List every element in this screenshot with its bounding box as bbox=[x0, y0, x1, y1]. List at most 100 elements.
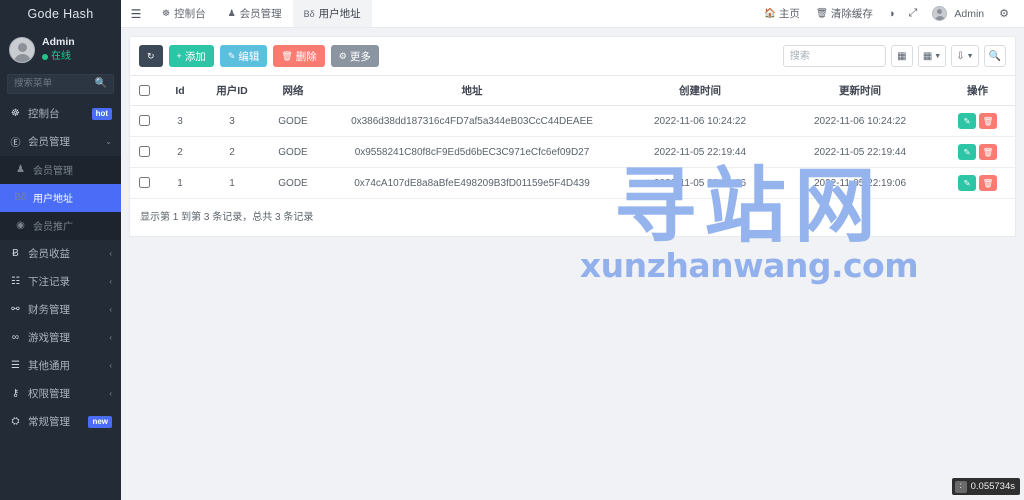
cell-user-id: 1 bbox=[202, 167, 262, 199]
refresh-icon: ↻ bbox=[147, 50, 155, 61]
avatar bbox=[9, 36, 35, 63]
sidebar-item-1[interactable]: Ⓔ 会员管理 ⌄ bbox=[0, 128, 121, 156]
sidebar-item-label: 会员收益 bbox=[28, 248, 70, 261]
edit-button[interactable]: ✎ 编辑 bbox=[219, 45, 268, 67]
sidebar-item-label: 权限管理 bbox=[28, 388, 70, 401]
table-search[interactable] bbox=[782, 45, 886, 67]
search-icon: 🔍 bbox=[94, 78, 107, 90]
table-toolbar: ↻ + 添加 ✎ 编辑 🗑 删除 ⚙ 更多 搜索 ▦ ▦ ▼ ⇩ ▼ 🔍 bbox=[130, 37, 1015, 75]
export-icon[interactable]: ⇩ ▼ bbox=[951, 45, 979, 67]
chevron-icon: ‹ bbox=[109, 333, 112, 343]
delete-button[interactable]: 🗑 删除 bbox=[273, 45, 325, 67]
column-select-all[interactable] bbox=[130, 75, 158, 106]
table-row[interactable]: 3 3 GODE 0x386d38dd187316c4FD7af5a344eB03Cc… bbox=[130, 105, 1015, 137]
table-row[interactable]: 2 2 GODE 0x9558241C80f8cF9Ed5d6bEC3C971eCfc… bbox=[130, 136, 1015, 168]
theme-icon[interactable]: ◑ bbox=[881, 8, 902, 20]
sidebar-item-8[interactable]: ∞ 游戏管理 ‹ bbox=[0, 324, 121, 352]
sidebar-item-6[interactable]: ☷ 下注记录 ‹ bbox=[0, 268, 121, 296]
select-all-checkbox[interactable] bbox=[138, 85, 150, 97]
gear-icon: ⚙ bbox=[338, 50, 347, 61]
row-select-cell[interactable] bbox=[130, 167, 158, 199]
more-button[interactable]: ⚙ 更多 bbox=[330, 45, 379, 67]
user-icon: ♟ bbox=[227, 8, 236, 18]
row-checkbox[interactable] bbox=[138, 146, 150, 158]
sidebar-item-label: 常规管理 bbox=[28, 416, 70, 429]
search-input[interactable] bbox=[789, 46, 879, 66]
user-icon: ♟ bbox=[16, 164, 25, 176]
sidebar-item-5[interactable]: Ƀ 会员收益 ‹ bbox=[0, 240, 121, 268]
column-address[interactable]: 地址 bbox=[324, 75, 620, 106]
row-edit-button[interactable]: ✎ bbox=[958, 113, 976, 129]
plus-icon: + bbox=[176, 51, 182, 61]
table-row[interactable]: 1 1 GODE 0x74cA107dE8a8aBfeE498209B3fD01159… bbox=[130, 167, 1015, 199]
topbar-right: 🏠 主页 🗑 清除缓存 ◑ ⤢ Admin ⚙ bbox=[756, 0, 1024, 27]
sidebar-item-7[interactable]: ⚯ 财务管理 ‹ bbox=[0, 296, 121, 324]
table-head: Id 用户ID 网络 地址 创建时间 更新时间 操作 bbox=[130, 75, 1015, 106]
watermark-en: xunzhanwang.com bbox=[579, 245, 919, 285]
topbar-link-home-label: 主页 bbox=[778, 8, 800, 20]
cell-updated-at: 2022-11-05 22:19:44 bbox=[780, 136, 940, 168]
chevron-icon: ‹ bbox=[109, 277, 112, 287]
tab-2[interactable]: Βδ 用户地址 bbox=[292, 0, 372, 27]
sidebar-item-2[interactable]: ♟ 会员管理 bbox=[0, 155, 121, 184]
sidebar-item-11[interactable]: ⛭ 常规管理 new bbox=[0, 408, 121, 436]
profiler-badge[interactable]: ∶ 0.055734s bbox=[951, 478, 1020, 495]
profile-status: 在线 bbox=[42, 50, 75, 65]
data-panel: ↻ + 添加 ✎ 编辑 🗑 删除 ⚙ 更多 搜索 ▦ ▦ ▼ ⇩ ▼ 🔍 Id … bbox=[129, 36, 1016, 237]
pencil-icon: ✎ bbox=[963, 115, 971, 126]
cell-address: 0x386d38dd187316c4FD7af5a344eB03CcC44DEA… bbox=[324, 105, 620, 137]
sidebar-item-10[interactable]: ⚷ 权限管理 ‹ bbox=[0, 380, 121, 408]
hamburger-icon[interactable]: ☰ bbox=[121, 0, 151, 27]
row-checkbox[interactable] bbox=[138, 115, 150, 127]
edit-button-label: 编辑 bbox=[238, 50, 260, 63]
row-select-cell[interactable] bbox=[130, 105, 158, 137]
column-user-id[interactable]: 用户ID bbox=[202, 75, 262, 106]
row-select-cell[interactable] bbox=[130, 136, 158, 168]
table-body: 3 3 GODE 0x386d38dd187316c4FD7af5a344eB03Cc… bbox=[130, 105, 1015, 199]
profile-name: Admin bbox=[42, 36, 75, 48]
cell-actions: ✎ 🗑 bbox=[940, 136, 1015, 168]
sidebar-search-input[interactable] bbox=[14, 78, 95, 90]
calendar-icon: ☷ bbox=[11, 276, 20, 288]
tab-0[interactable]: ☸ 控制台 bbox=[151, 0, 217, 27]
cell-user-id: 2 bbox=[202, 136, 262, 168]
column-network[interactable]: 网络 bbox=[262, 75, 324, 106]
grid-icon[interactable]: ▦ ▼ bbox=[917, 45, 947, 67]
gears-icon[interactable]: ⚙ bbox=[992, 7, 1016, 20]
refresh-button[interactable]: ↻ bbox=[139, 45, 163, 67]
search-icon[interactable]: 🔍 bbox=[983, 45, 1006, 67]
row-edit-button[interactable]: ✎ bbox=[958, 144, 976, 160]
chevron-icon: ‹ bbox=[109, 305, 112, 315]
topbar-link-home[interactable]: 🏠 主页 bbox=[756, 6, 808, 21]
sidebar-profile[interactable]: Admin 在线 bbox=[0, 28, 121, 72]
sidebar-item-4[interactable]: ◉ 会员推广 bbox=[0, 211, 121, 240]
row-delete-button[interactable]: 🗑 bbox=[979, 113, 997, 129]
row-delete-button[interactable]: 🗑 bbox=[979, 144, 997, 160]
tab-1[interactable]: ♟ 会员管理 bbox=[217, 0, 293, 27]
sidebar-item-label: 其他通用 bbox=[28, 360, 70, 373]
chevron-icon: ⌄ bbox=[105, 137, 112, 147]
row-delete-button[interactable]: 🗑 bbox=[979, 175, 997, 191]
topbar-tabs: ☸ 控制台 ♟ 会员管理 Βδ 用户地址 bbox=[151, 0, 372, 27]
add-button[interactable]: + 添加 bbox=[168, 45, 214, 67]
cell-network: GODE bbox=[262, 167, 324, 199]
column-created-at[interactable]: 创建时间 bbox=[620, 75, 780, 106]
sidebar-item-label: 会员管理 bbox=[33, 166, 73, 178]
row-checkbox[interactable] bbox=[138, 177, 150, 189]
sidebar-item-9[interactable]: ☰ 其他通用 ‹ bbox=[0, 352, 121, 380]
column-updated-at[interactable]: 更新时间 bbox=[780, 75, 940, 106]
sidebar-item-0[interactable]: ☸ 控制台 hot bbox=[0, 100, 121, 128]
columns-icon[interactable]: ▦ bbox=[890, 45, 913, 67]
cell-actions: ✎ 🗑 bbox=[940, 167, 1015, 199]
topbar-user-menu[interactable]: Admin bbox=[924, 6, 992, 21]
sidebar-item-3[interactable]: Βδ 用户地址 bbox=[0, 183, 121, 212]
brand-title: Gode Hash bbox=[0, 0, 121, 28]
column-id[interactable]: Id bbox=[158, 75, 202, 106]
topbar-link-clear-cache[interactable]: 🗑 清除缓存 bbox=[808, 6, 881, 21]
cell-created-at: 2022-11-06 10:24:22 bbox=[620, 105, 780, 137]
row-edit-button[interactable]: ✎ bbox=[958, 175, 976, 191]
finance-icon: ⚯ bbox=[11, 304, 20, 316]
sidebar-search[interactable]: 🔍 bbox=[7, 73, 114, 94]
fullscreen-icon[interactable]: ⤢ bbox=[902, 7, 925, 20]
online-dot-icon bbox=[42, 54, 48, 61]
